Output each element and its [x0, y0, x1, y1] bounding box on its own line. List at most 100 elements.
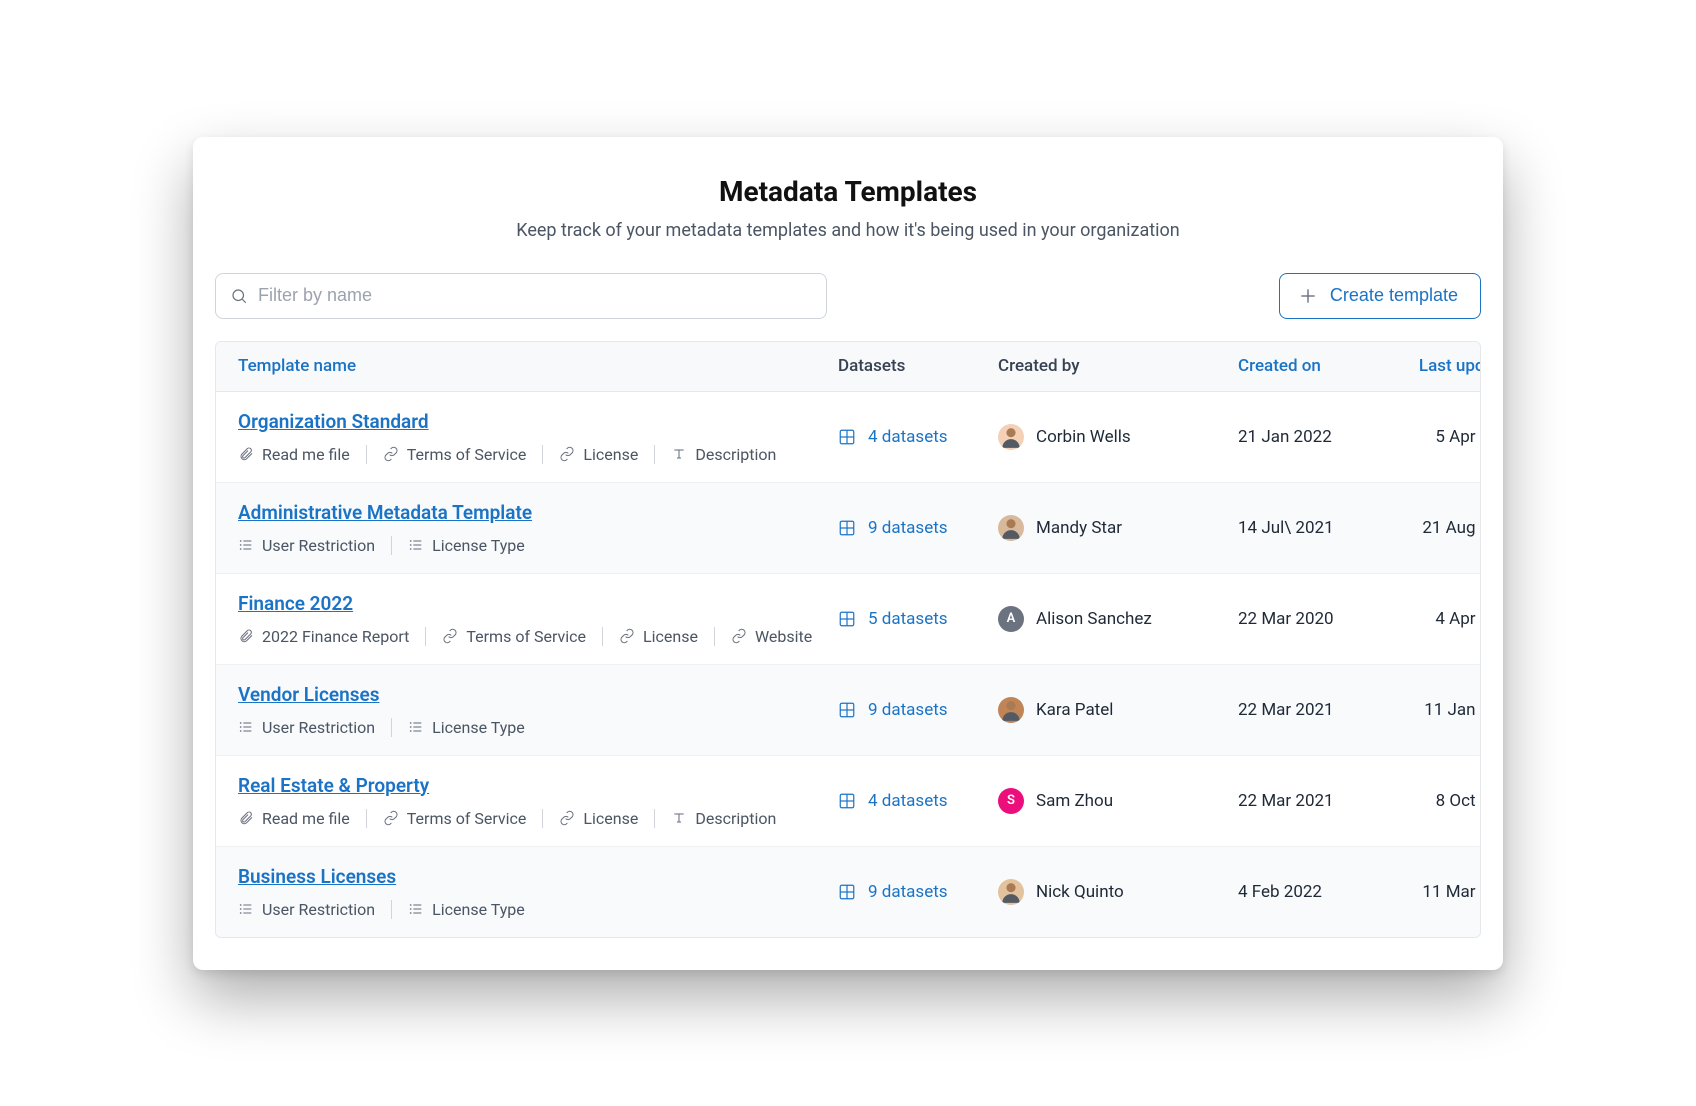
datasets-count: 4 datasets — [868, 427, 948, 447]
tag-label: 2022 Finance Report — [262, 627, 409, 646]
tag-chip: License Type — [391, 900, 541, 919]
template-name-link[interactable]: Real Estate & Property — [238, 774, 429, 797]
cell-name: Administrative Metadata Template User Res… — [238, 501, 838, 555]
cell-name: Finance 2022 2022 Finance Report Terms of … — [238, 592, 838, 646]
link-icon — [383, 446, 399, 462]
page-subtitle: Keep track of your metadata templates an… — [215, 220, 1481, 241]
avatar — [998, 424, 1024, 450]
avatar — [998, 879, 1024, 905]
cell-created-on: 22 Mar 2021 — [1238, 791, 1398, 811]
tag-label: User Restriction — [262, 718, 375, 737]
templates-table: Template name Datasets Created by Create… — [215, 341, 1481, 938]
creator-name: Nick Quinto — [1036, 882, 1124, 902]
link-icon — [383, 810, 399, 826]
cell-created-on: 22 Mar 2021 — [1238, 700, 1398, 720]
tag-chip: Terms of Service — [425, 627, 602, 646]
tag-chip: Read me file — [238, 445, 366, 464]
tag-label: License Type — [432, 900, 525, 919]
cell-last-updated: 4 Apr 2022 — [1398, 609, 1481, 629]
template-name-link[interactable]: Organization Standard — [238, 410, 429, 433]
tag-label: User Restriction — [262, 536, 375, 555]
template-name-link[interactable]: Finance 2022 — [238, 592, 353, 615]
tag-chip: Website — [714, 627, 828, 646]
cell-created-on: 4 Feb 2022 — [1238, 882, 1398, 902]
table-row: Organization Standard Read me file Terms o… — [216, 392, 1480, 482]
tag-chip: Read me file — [238, 809, 366, 828]
tag-label: License — [583, 809, 638, 828]
cell-creator: A Alison Sanchez — [998, 606, 1238, 632]
list-icon — [408, 901, 424, 917]
grid-icon — [838, 883, 856, 901]
cell-last-updated: 11 Jan 2021 — [1398, 700, 1481, 720]
table-row: Vendor Licenses User Restriction License T… — [216, 664, 1480, 755]
plus-icon — [1298, 286, 1318, 306]
list-icon — [238, 901, 254, 917]
template-name-link[interactable]: Administrative Metadata Template — [238, 501, 532, 524]
datasets-count: 4 datasets — [868, 791, 948, 811]
tag-chip: License — [602, 627, 714, 646]
col-datasets: Datasets — [838, 356, 998, 376]
datasets-link[interactable]: 4 datasets — [838, 427, 998, 447]
col-created-on[interactable]: Created on — [1238, 356, 1398, 376]
attachment-icon — [238, 628, 254, 644]
table-row: Real Estate & Property Read me fileTerms … — [216, 755, 1480, 846]
text-icon — [671, 446, 687, 462]
datasets-link[interactable]: 4 datasets — [838, 791, 998, 811]
tag-chip: License Type — [391, 536, 541, 555]
cell-last-updated: 21 Aug 2022 — [1398, 518, 1481, 538]
grid-icon — [838, 428, 856, 446]
page-title: Metadata Templates — [215, 175, 1481, 208]
tag-chip: User Restriction — [238, 900, 391, 919]
toolbar: Create template — [215, 273, 1481, 319]
attachment-icon — [238, 810, 254, 826]
tag-label: Terms of Service — [407, 445, 527, 464]
col-template-name[interactable]: Template name — [238, 356, 838, 376]
creator-name: Corbin Wells — [1036, 427, 1131, 447]
avatar — [998, 515, 1024, 541]
text-icon — [671, 810, 687, 826]
grid-icon — [838, 792, 856, 810]
avatar: A — [998, 606, 1024, 632]
search-input-wrapper[interactable] — [215, 273, 827, 319]
datasets-count: 9 datasets — [868, 700, 948, 720]
cell-created-on: 22 Mar 2020 — [1238, 609, 1398, 629]
tag-chip: User Restriction — [238, 718, 391, 737]
tag-chip: License Type — [391, 718, 541, 737]
templates-panel: Metadata Templates Keep track of your me… — [193, 137, 1503, 970]
table-row: Administrative Metadata Template User Res… — [216, 482, 1480, 573]
cell-creator: Nick Quinto — [998, 879, 1238, 905]
list-icon — [408, 537, 424, 553]
tag-chip: Terms of Service — [366, 809, 543, 828]
tag-chip: Description — [654, 809, 792, 828]
cell-created-on: 14 Jul\ 2021 — [1238, 518, 1398, 538]
search-input[interactable] — [258, 285, 812, 306]
tag-label: License — [583, 445, 638, 464]
tag-label: Terms of Service — [466, 627, 586, 646]
link-icon — [731, 628, 747, 644]
template-name-link[interactable]: Business Licenses — [238, 865, 396, 888]
datasets-count: 9 datasets — [868, 882, 948, 902]
datasets-count: 9 datasets — [868, 518, 948, 538]
table-header: Template name Datasets Created by Create… — [216, 342, 1480, 392]
cell-creator: Kara Patel — [998, 697, 1238, 723]
creator-name: Alison Sanchez — [1036, 609, 1152, 629]
tag-label: License Type — [432, 536, 525, 555]
datasets-link[interactable]: 9 datasets — [838, 700, 998, 720]
col-last-updated[interactable]: Last updated — [1398, 356, 1481, 376]
cell-last-updated: 11 Mar 2022 — [1398, 882, 1481, 902]
tag-chip: 2022 Finance Report — [238, 627, 425, 646]
datasets-link[interactable]: 9 datasets — [838, 518, 998, 538]
cell-name: Business Licenses User Restriction License… — [238, 865, 838, 919]
cell-last-updated: 5 Apr 2022 — [1398, 427, 1481, 447]
link-icon — [442, 628, 458, 644]
template-name-link[interactable]: Vendor Licenses — [238, 683, 380, 706]
grid-icon — [838, 610, 856, 628]
link-icon — [559, 446, 575, 462]
grid-icon — [838, 701, 856, 719]
create-template-button[interactable]: Create template — [1279, 273, 1481, 319]
datasets-link[interactable]: 5 datasets — [838, 609, 998, 629]
link-icon — [559, 810, 575, 826]
datasets-link[interactable]: 9 datasets — [838, 882, 998, 902]
table-row: Finance 2022 2022 Finance Report Terms of … — [216, 573, 1480, 664]
tag-label: License — [643, 627, 698, 646]
